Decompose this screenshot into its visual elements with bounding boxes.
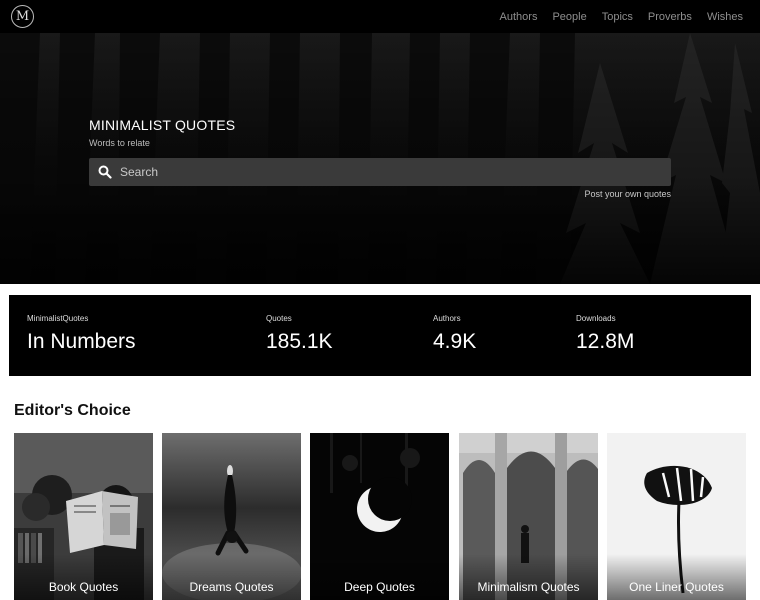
search-icon[interactable] [98,165,112,179]
hero-subtitle: Words to relate [89,138,150,148]
hero-title: MINIMALIST QUOTES [89,117,236,133]
stat-authors: Authors 4.9K [433,314,476,354]
card-deep-quotes[interactable]: Deep Quotes [310,433,449,600]
card-label: Book Quotes [48,580,119,594]
stats-brand: MinimalistQuotes In Numbers [27,314,136,354]
editors-choice-heading: Editor's Choice [14,402,131,419]
nav-link-people[interactable]: People [552,11,586,23]
stats-panel: MinimalistQuotes In Numbers Quotes 185.1… [9,295,751,376]
nav-link-topics[interactable]: Topics [602,11,633,23]
stat-quotes: Quotes 185.1K [266,314,333,354]
nav-link-proverbs[interactable]: Proverbs [648,11,692,23]
card-label: One Liner Quotes [629,580,724,594]
stat-value: 12.8M [576,330,635,353]
stat-value: 4.9K [433,330,477,353]
hero-banner: MINIMALIST QUOTES Words to relate Post y… [0,33,760,284]
stat-label: Authors [433,314,461,323]
site-logo[interactable]: M [11,5,34,28]
stat-label: Quotes [266,314,292,323]
card-one-liner-quotes[interactable]: One Liner Quotes [607,433,746,600]
card-label: Dreams Quotes [189,580,274,594]
card-book-quotes[interactable]: Book Quotes [14,433,153,600]
stat-label: Downloads [576,314,616,323]
top-navigation: M Authors People Topics Proverbs Wishes [0,0,760,33]
nav-link-authors[interactable]: Authors [500,11,538,23]
card-minimalism-quotes[interactable]: Minimalism Quotes [459,433,598,600]
card-label: Minimalism Quotes [477,580,580,594]
post-quotes-link[interactable]: Post your own quotes [584,189,671,199]
search-input[interactable] [120,165,671,179]
stat-downloads: Downloads 12.8M [576,314,634,354]
stats-brand-value: In Numbers [27,330,136,353]
nav-links: Authors People Topics Proverbs Wishes [500,0,743,33]
search-bar[interactable] [89,158,671,186]
card-dreams-quotes[interactable]: Dreams Quotes [162,433,301,600]
stats-brand-label: MinimalistQuotes [27,314,89,323]
nav-link-wishes[interactable]: Wishes [707,11,743,23]
card-label: Deep Quotes [344,580,415,594]
editors-choice-cards: Book Quotes Dreams Quotes Deep Quotes Mi… [14,433,746,600]
stat-value: 185.1K [266,330,333,353]
